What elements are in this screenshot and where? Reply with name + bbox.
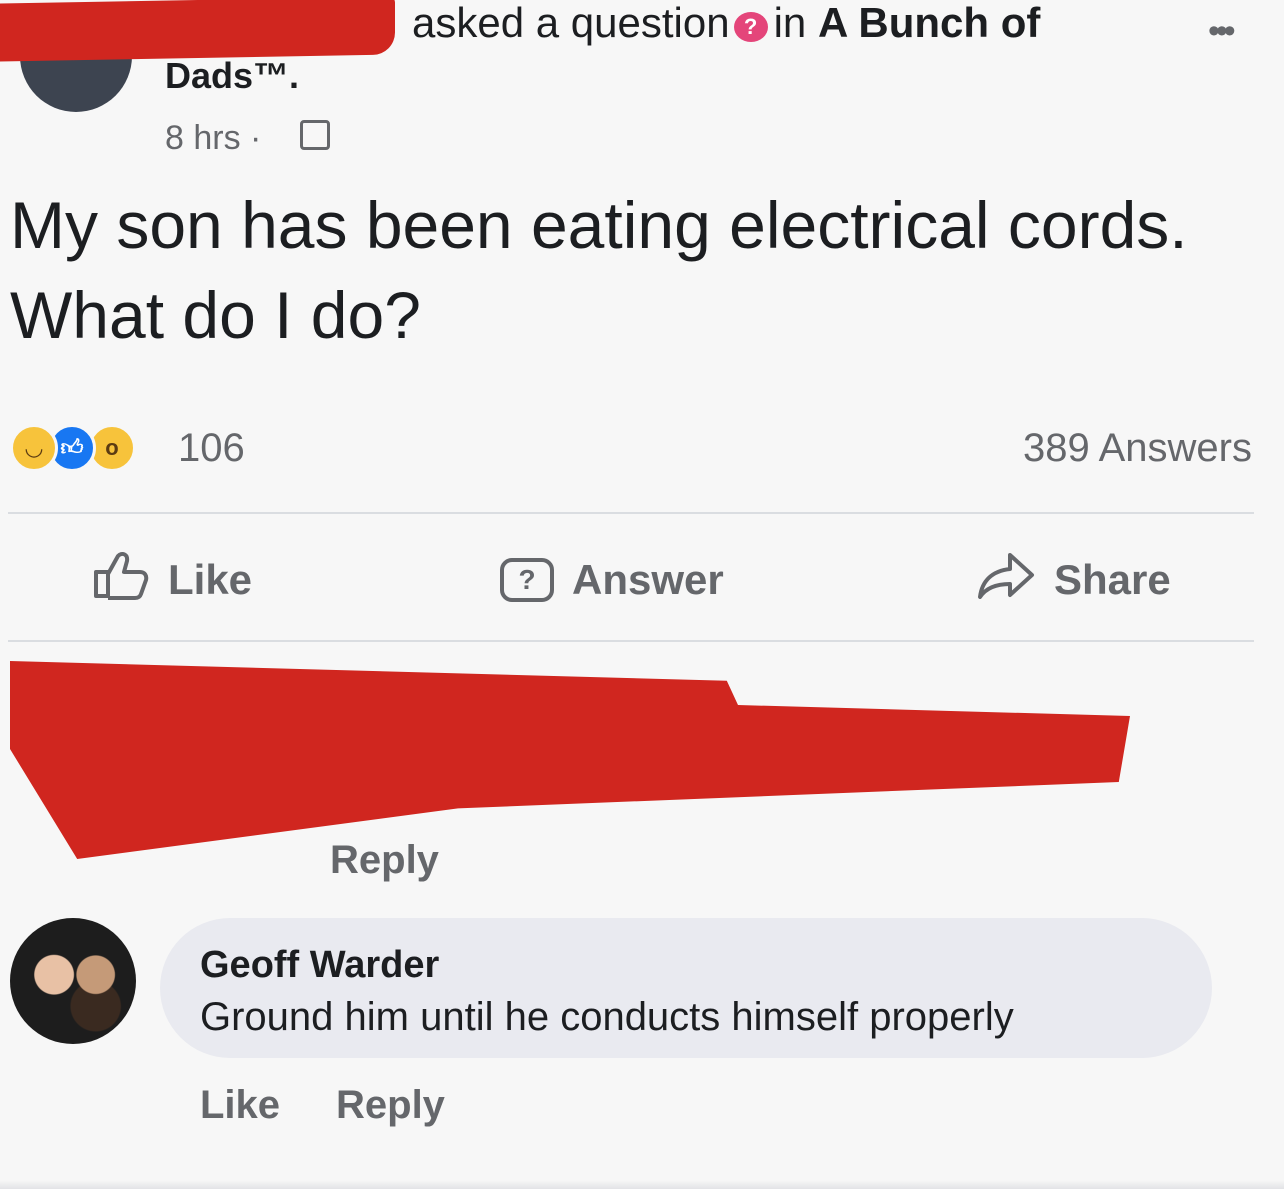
reaction-count[interactable]: 106 (178, 424, 245, 472)
like-button[interactable]: Like (92, 550, 253, 610)
haha-reaction-icon: ◡ (10, 424, 58, 472)
redacted-name (0, 0, 395, 62)
answer-button[interactable]: ? Answer (500, 552, 724, 608)
share-icon (976, 551, 1036, 609)
like-label: Like (168, 556, 253, 603)
redacted-comment (10, 661, 1130, 859)
share-label: Share (1054, 556, 1171, 603)
header-action-text: asked a question (412, 0, 730, 46)
share-button[interactable]: Share (976, 552, 1171, 608)
group-name-continued[interactable]: Dads™. (165, 56, 299, 90)
comment-reply-button[interactable]: Reply (336, 1080, 445, 1130)
answer-count[interactable]: 389 Answers (1023, 424, 1252, 472)
comment-text: Ground him until he conducts himself pro… (200, 995, 1014, 1039)
like-icon (92, 550, 150, 610)
group-icon (300, 120, 330, 150)
next-comment-edge (0, 1180, 1284, 1189)
redacted-comment-reply[interactable]: Reply (330, 838, 439, 883)
question-icon: ? (733, 12, 768, 42)
more-icon[interactable]: ••• (1208, 12, 1236, 51)
comment-author[interactable]: Geoff Warder (200, 942, 439, 988)
comment-like-button[interactable]: Like (200, 1080, 280, 1130)
question-text: My son has been eating electrical cords.… (10, 188, 1188, 352)
group-name-link[interactable]: A Bunch of (818, 0, 1040, 46)
answer-icon: ? (500, 558, 554, 602)
post-time[interactable]: 8 hrs · (165, 118, 261, 158)
divider (8, 512, 1254, 514)
group-prefix: in (773, 0, 807, 46)
post-header: asked a question? in A Bunch of (412, 0, 1040, 46)
commenter-avatar[interactable] (10, 918, 136, 1044)
answer-label: Answer (572, 556, 724, 603)
divider (8, 640, 1254, 642)
